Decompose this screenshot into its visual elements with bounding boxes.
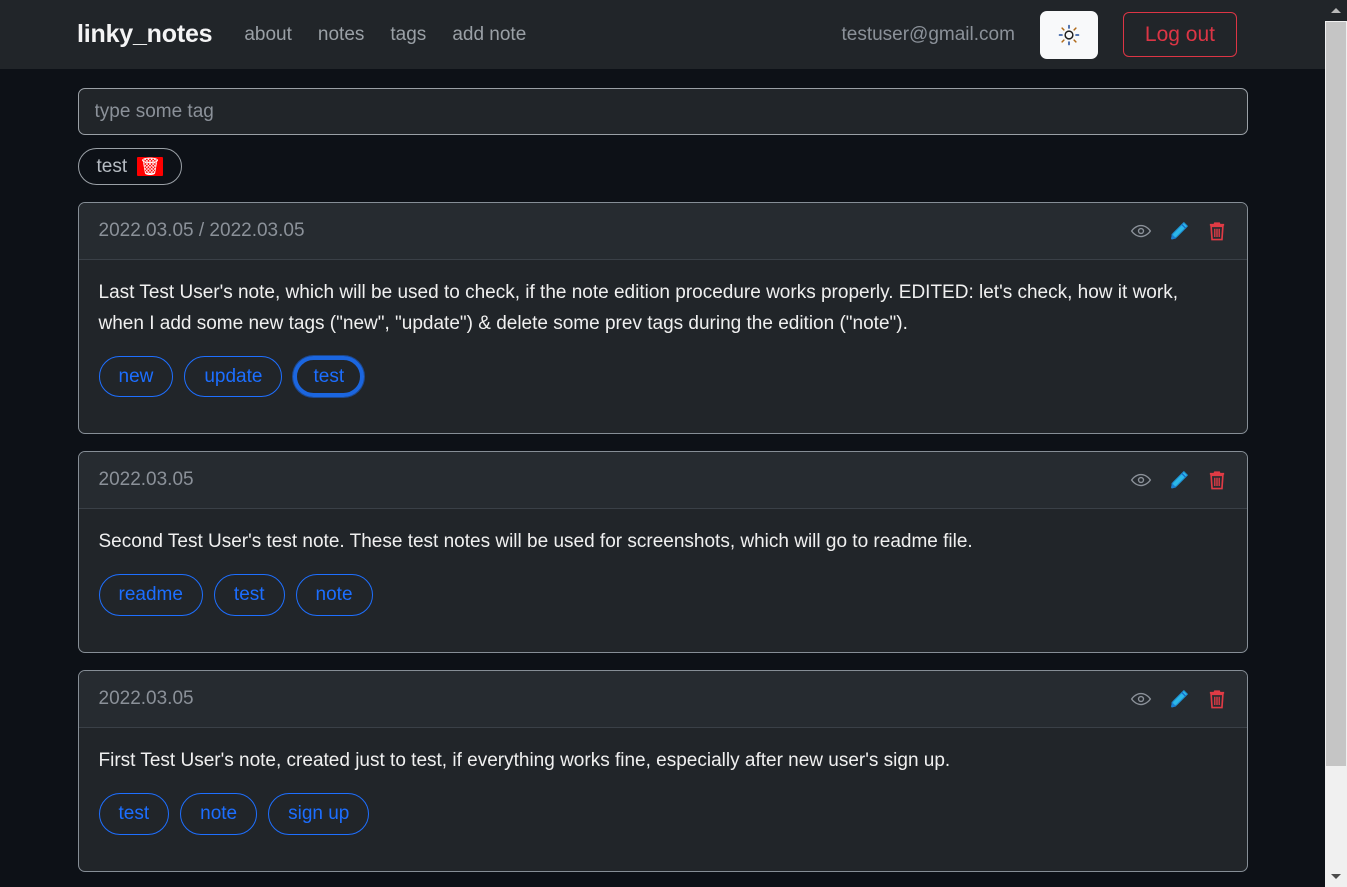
app-root: linky_notes about notes tags add note te… bbox=[0, 0, 1347, 887]
active-filter-tag[interactable]: test 🗑 bbox=[77, 148, 182, 185]
note-text: Last Test User's note, which will be use… bbox=[98, 282, 1178, 334]
edit-icon[interactable] bbox=[1167, 468, 1191, 492]
note-body: Last Test User's note, which will be use… bbox=[79, 260, 1247, 433]
note-card: 2022.03.05 / 2022.03.05 Last Test User's… bbox=[77, 202, 1248, 435]
nav-link-tags[interactable]: tags bbox=[390, 24, 426, 46]
scroll-down-arrow[interactable] bbox=[1325, 866, 1347, 887]
edit-icon[interactable] bbox=[1167, 219, 1191, 243]
note-date: 2022.03.05 bbox=[98, 687, 194, 709]
note-tag[interactable]: update bbox=[184, 355, 283, 398]
vertical-scrollbar[interactable] bbox=[1325, 0, 1347, 887]
nav-link-add-note[interactable]: add note bbox=[452, 24, 526, 46]
nav-links: about notes tags add note bbox=[244, 24, 526, 46]
tag-search-input[interactable] bbox=[77, 88, 1248, 135]
view-icon[interactable] bbox=[1129, 687, 1153, 711]
note-tag[interactable]: new bbox=[98, 355, 174, 398]
note-card: 2022.03.05 bbox=[77, 669, 1248, 872]
theme-toggle-button[interactable] bbox=[1039, 10, 1098, 59]
user-email: testuser@gmail.com bbox=[841, 23, 1015, 45]
nav-link-notes[interactable]: notes bbox=[318, 24, 364, 46]
note-body: Second Test User's test note. These test… bbox=[79, 509, 1247, 652]
note-header: 2022.03.05 bbox=[78, 452, 1247, 510]
logout-button[interactable]: Log out bbox=[1122, 11, 1237, 58]
note-header: 2022.03.05 bbox=[78, 670, 1247, 728]
brand-logo[interactable]: linky_notes bbox=[77, 20, 213, 49]
note-date: 2022.03.05 bbox=[98, 469, 194, 491]
note-header: 2022.03.05 / 2022.03.05 bbox=[78, 203, 1247, 260]
note-text: Second Test User's test note. These test… bbox=[98, 531, 973, 553]
note-date: 2022.03.05 / 2022.03.05 bbox=[98, 220, 305, 241]
note-text: First Test User's note, created just to … bbox=[98, 749, 951, 771]
chevron-up-icon bbox=[1331, 8, 1341, 13]
note-tags: test note sign up bbox=[98, 792, 1227, 835]
note-card: 2022.03.05 bbox=[77, 451, 1248, 653]
chevron-down-icon bbox=[1331, 874, 1341, 879]
note-footer-spacer bbox=[99, 835, 1227, 851]
scrollbar-thumb[interactable] bbox=[1326, 22, 1346, 766]
note-tag[interactable]: sign up bbox=[268, 792, 370, 835]
trash-icon[interactable]: 🗑 bbox=[137, 157, 163, 176]
note-footer-spacer bbox=[99, 616, 1227, 632]
view-icon[interactable] bbox=[1129, 219, 1153, 243]
note-actions bbox=[1129, 468, 1229, 492]
scroll-up-arrow[interactable] bbox=[1325, 0, 1347, 21]
note-actions bbox=[1129, 219, 1229, 243]
delete-icon[interactable] bbox=[1205, 687, 1229, 711]
navbar: linky_notes about notes tags add note te… bbox=[0, 0, 1325, 69]
note-footer-spacer bbox=[99, 397, 1227, 413]
view-icon[interactable] bbox=[1129, 468, 1153, 492]
delete-icon[interactable] bbox=[1205, 468, 1229, 492]
note-tag[interactable]: readme bbox=[98, 574, 203, 616]
navbar-right: testuser@gmail.com Log out bbox=[841, 10, 1325, 59]
note-actions bbox=[1129, 687, 1229, 711]
main-container: test 🗑 2022.03.05 / 2022.03.05 bbox=[77, 69, 1248, 872]
note-tag[interactable]: note bbox=[295, 574, 373, 616]
note-tag-active[interactable]: test bbox=[293, 355, 365, 398]
note-tag[interactable]: note bbox=[180, 792, 258, 835]
note-tags: new update test bbox=[98, 355, 1227, 398]
active-filters: test 🗑 bbox=[77, 148, 1248, 185]
note-tags: readme test note bbox=[98, 574, 1227, 616]
note-tag[interactable]: test bbox=[98, 792, 170, 835]
delete-icon[interactable] bbox=[1205, 219, 1229, 243]
sun-icon bbox=[1058, 24, 1080, 46]
active-filter-label: test bbox=[96, 156, 128, 177]
nav-link-about[interactable]: about bbox=[244, 24, 292, 46]
edit-icon[interactable] bbox=[1167, 687, 1191, 711]
note-body: First Test User's note, created just to … bbox=[79, 728, 1247, 871]
note-tag[interactable]: test bbox=[213, 574, 285, 616]
page-viewport: linky_notes about notes tags add note te… bbox=[0, 0, 1325, 887]
